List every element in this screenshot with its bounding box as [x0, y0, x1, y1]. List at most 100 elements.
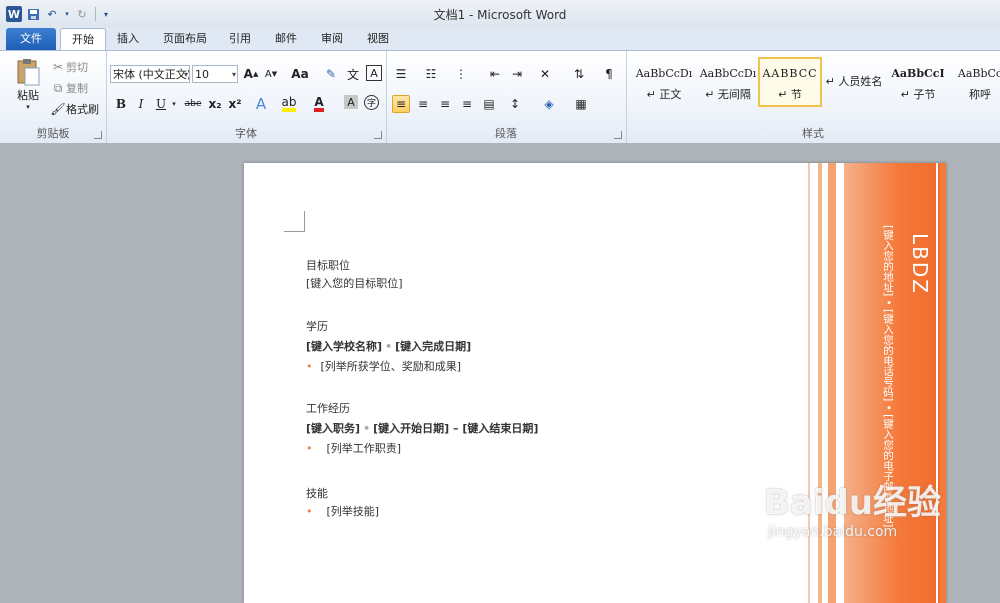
highlight-icon[interactable]: ab: [280, 95, 298, 113]
tab-file[interactable]: 文件: [6, 28, 56, 50]
placeholder-degrees[interactable]: [列举所获学位、奖励和成果]: [321, 360, 462, 373]
italic-button[interactable]: I: [132, 95, 150, 113]
tab-home[interactable]: 开始: [60, 28, 106, 51]
multilevel-list-icon[interactable]: ⋮: [452, 65, 470, 83]
tab-insert[interactable]: 插入: [112, 28, 144, 50]
style-no-spacing[interactable]: AaBbCcDı ↵ 无间隔: [696, 57, 760, 107]
placeholder-target-position[interactable]: [键入您的目标职位]: [306, 275, 403, 291]
resume-name[interactable]: LBDZ: [902, 233, 932, 353]
watermark-logo: Baidu经验: [764, 483, 942, 523]
placeholder-completion-date[interactable]: [键入完成日期]: [395, 340, 471, 353]
subscript-button[interactable]: x₂: [206, 95, 224, 113]
style-salutation[interactable]: AaBbCc 称呼: [948, 57, 1000, 107]
clipboard-group-label: 剪贴板: [36, 127, 70, 140]
placeholder-start-date[interactable]: [键入开始日期]: [373, 422, 449, 435]
distributed-button[interactable]: ▤: [480, 95, 498, 113]
bullet-icon: •: [306, 442, 313, 455]
borders-icon[interactable]: ▦: [572, 95, 590, 113]
underline-dropdown-icon[interactable]: ▾: [170, 95, 178, 113]
copy-button[interactable]: ⧉ 复制: [50, 80, 88, 96]
styles-gallery: AaBbCcDı ↵ 正文 AaBbCcDı ↵ 无间隔 AABBCC ↵ 节 …: [630, 57, 1000, 109]
shading-icon[interactable]: ◈: [540, 95, 558, 113]
font-size-value: 10: [195, 68, 209, 81]
style-subsection[interactable]: AaBbCcI ↵ 子节: [886, 57, 950, 107]
baidu-watermark: Baidu经验 jingyan.baidu.com: [764, 475, 964, 575]
font-size-combo[interactable]: 10 ▾: [192, 65, 238, 83]
superscript-button[interactable]: x²: [226, 95, 244, 113]
increase-indent-icon[interactable]: ⇥: [508, 65, 526, 83]
tab-view[interactable]: 视图: [362, 28, 394, 50]
bold-button[interactable]: B: [112, 95, 130, 113]
decrease-indent-icon[interactable]: ⇤: [486, 65, 504, 83]
brush-icon: 🖌: [50, 102, 66, 116]
paragraph-launcher-icon[interactable]: [614, 131, 622, 139]
placeholder-end-date[interactable]: [键入结束日期]: [462, 422, 538, 435]
paste-label: 粘贴: [17, 89, 39, 102]
style-normal[interactable]: AaBbCcDı ↵ 正文: [632, 57, 696, 107]
placeholder-job-title[interactable]: [键入职务]: [306, 422, 360, 435]
watermark-url: jingyan.baidu.com: [768, 524, 898, 540]
align-right-button[interactable]: ≡: [436, 95, 454, 113]
underline-button[interactable]: U: [152, 95, 170, 113]
character-shading-icon[interactable]: A: [344, 95, 358, 109]
bullet-icon: •: [306, 505, 313, 518]
document-area[interactable]: 目标职位 [键入您的目标职位] 学历 [键入学校名称] • [键入完成日期] • [列…: [0, 143, 1000, 603]
align-left-button[interactable]: ≡: [392, 95, 410, 113]
format-painter-button[interactable]: 🖌 格式刷: [50, 101, 99, 117]
style-name: ↵ 节: [778, 88, 802, 101]
font-name-dropdown-icon[interactable]: ▾: [184, 66, 188, 82]
style-sample: AABBCC: [762, 67, 818, 80]
placeholder-school-name[interactable]: [键入学校名称]: [306, 340, 382, 353]
tab-page-layout[interactable]: 页面布局: [158, 28, 212, 50]
separator-dot: •: [363, 422, 371, 435]
align-center-button[interactable]: ≡: [414, 95, 432, 113]
placeholder-skills[interactable]: [列举技能]: [327, 505, 380, 518]
font-launcher-icon[interactable]: [374, 131, 382, 139]
tab-references[interactable]: 引用: [224, 28, 256, 50]
section-title: 学历: [306, 320, 328, 333]
line-spacing-icon[interactable]: ↕: [506, 95, 524, 113]
title-bar: W ↶ ▾ ↻ ▾ 文档1 - Microsoft Word: [0, 0, 1000, 28]
section-title: 工作经历: [306, 402, 350, 415]
style-section[interactable]: AABBCC ↵ 节: [758, 57, 822, 107]
date-dash: –: [453, 422, 459, 435]
change-case-button[interactable]: Aa: [288, 65, 312, 83]
strikethrough-button[interactable]: abe: [182, 95, 204, 113]
clear-formatting-icon[interactable]: ✎: [322, 65, 340, 83]
placeholder-duties[interactable]: [列举工作职责]: [327, 442, 402, 455]
section-education: 学历 [键入学校名称] • [键入完成日期] • [列举所获学位、奖励和成果]: [306, 318, 471, 374]
text-effects-icon[interactable]: A: [252, 95, 270, 113]
style-name: ↵ 子节: [900, 88, 936, 101]
style-person-name[interactable]: ↵ 人员姓名: [822, 57, 886, 107]
shrink-font-icon[interactable]: A ▼: [262, 65, 280, 83]
clipboard-launcher-icon[interactable]: [94, 131, 102, 139]
sort-icon[interactable]: ⇅: [570, 65, 588, 83]
font-group: 宋体 (中文正文) ▾ 10 ▾ A ▲ A ▼ Aa ✎ 文 A B I U ▾ ab…: [106, 51, 387, 143]
phonetic-guide-icon[interactable]: 文: [344, 65, 362, 83]
section-target-position: 目标职位 [键入您的目标职位]: [306, 257, 403, 291]
justify-button[interactable]: ≡: [458, 95, 476, 113]
cut-button[interactable]: ✂ 剪切: [50, 59, 88, 75]
font-size-dropdown-icon[interactable]: ▾: [232, 66, 236, 82]
numbering-icon[interactable]: ☷: [422, 65, 440, 83]
bullets-icon[interactable]: ☰: [392, 65, 410, 83]
format-painter-label: 格式刷: [66, 103, 99, 116]
chinese-layout-icon[interactable]: ✕: [536, 65, 554, 83]
font-color-icon[interactable]: A: [310, 95, 328, 113]
window-title: 文档1 - Microsoft Word: [433, 8, 567, 22]
list-item: • [列举所获学位、奖励和成果]: [306, 358, 471, 374]
style-sample: AaBbCcI: [891, 67, 945, 80]
styles-group-label: 样式: [802, 127, 824, 140]
paste-dropdown-icon[interactable]: ▾: [26, 103, 30, 111]
character-border-icon[interactable]: A: [366, 65, 382, 81]
tab-review[interactable]: 审阅: [316, 28, 348, 50]
font-name-combo[interactable]: 宋体 (中文正文) ▾: [110, 65, 190, 83]
section-title: 技能: [306, 487, 328, 500]
style-name: 称呼: [969, 88, 991, 101]
clipboard-group: 粘贴 ▾ ✂ 剪切 ⧉ 复制 🖌 格式刷 剪贴板: [0, 51, 107, 143]
tab-mailings[interactable]: 邮件: [270, 28, 302, 50]
enclose-characters-icon[interactable]: 字: [364, 95, 379, 110]
show-marks-icon[interactable]: ¶: [600, 65, 618, 83]
grow-font-icon[interactable]: A ▲: [242, 65, 260, 83]
paste-button[interactable]: 粘贴 ▾: [10, 57, 46, 111]
